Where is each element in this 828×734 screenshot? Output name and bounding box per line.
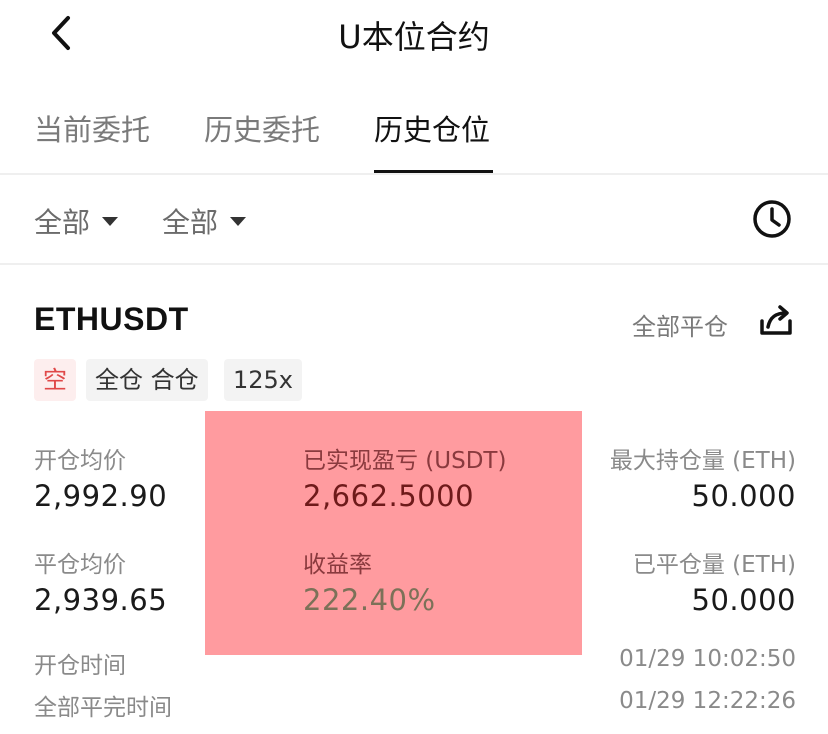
- max-position-value: 50.000: [691, 479, 796, 513]
- filter-label: 全部: [162, 206, 219, 239]
- realized-pnl-label: 已实现盈亏 (USDT): [303, 448, 507, 474]
- leverage-badge: 125x: [224, 359, 303, 401]
- share-icon: [760, 305, 792, 335]
- filter-dropdown-1[interactable]: 全部: [34, 201, 119, 241]
- close-avg-price-label: 平仓均价: [34, 552, 126, 578]
- open-time-label: 开仓时间: [34, 653, 126, 679]
- tab-current-orders[interactable]: 当前委托: [34, 107, 150, 149]
- position-symbol: ETHUSDT: [34, 301, 189, 337]
- max-position-label: 最大持仓量 (ETH): [609, 448, 796, 474]
- page-title: U本位合约: [338, 18, 490, 56]
- filter-dropdown-2[interactable]: 全部: [162, 201, 247, 241]
- filter-divider: [0, 263, 828, 265]
- margin-mode-badge: 全仓 合仓: [86, 359, 208, 401]
- open-time-value: 01/29 10:02:50: [619, 646, 796, 672]
- share-button[interactable]: [757, 303, 795, 339]
- history-button[interactable]: [751, 198, 793, 240]
- close-all-button[interactable]: 全部平仓: [632, 307, 728, 342]
- open-avg-price-label: 开仓均价: [34, 448, 126, 474]
- caret-down-icon: [102, 216, 119, 226]
- full-close-time-label: 全部平完时间: [34, 695, 172, 721]
- tab-position-history[interactable]: 历史仓位: [374, 107, 490, 149]
- full-close-time-value: 01/29 12:22:26: [619, 688, 796, 714]
- close-avg-price-value: 2,939.65: [34, 583, 168, 617]
- roe-label: 收益率: [303, 552, 372, 578]
- clock-icon: [753, 200, 791, 238]
- roe-value: 222.40%: [303, 583, 436, 617]
- side-badge: 空: [34, 359, 76, 401]
- tab-order-history[interactable]: 历史委托: [204, 107, 320, 149]
- closed-position-label: 已平仓量 (ETH): [632, 552, 796, 578]
- realized-pnl-value: 2,662.5000: [303, 479, 475, 513]
- caret-down-icon: [230, 216, 247, 226]
- open-avg-price-value: 2,992.90: [34, 479, 168, 513]
- tabs-divider: [0, 173, 828, 175]
- closed-position-value: 50.000: [691, 583, 796, 617]
- filter-label: 全部: [34, 206, 91, 239]
